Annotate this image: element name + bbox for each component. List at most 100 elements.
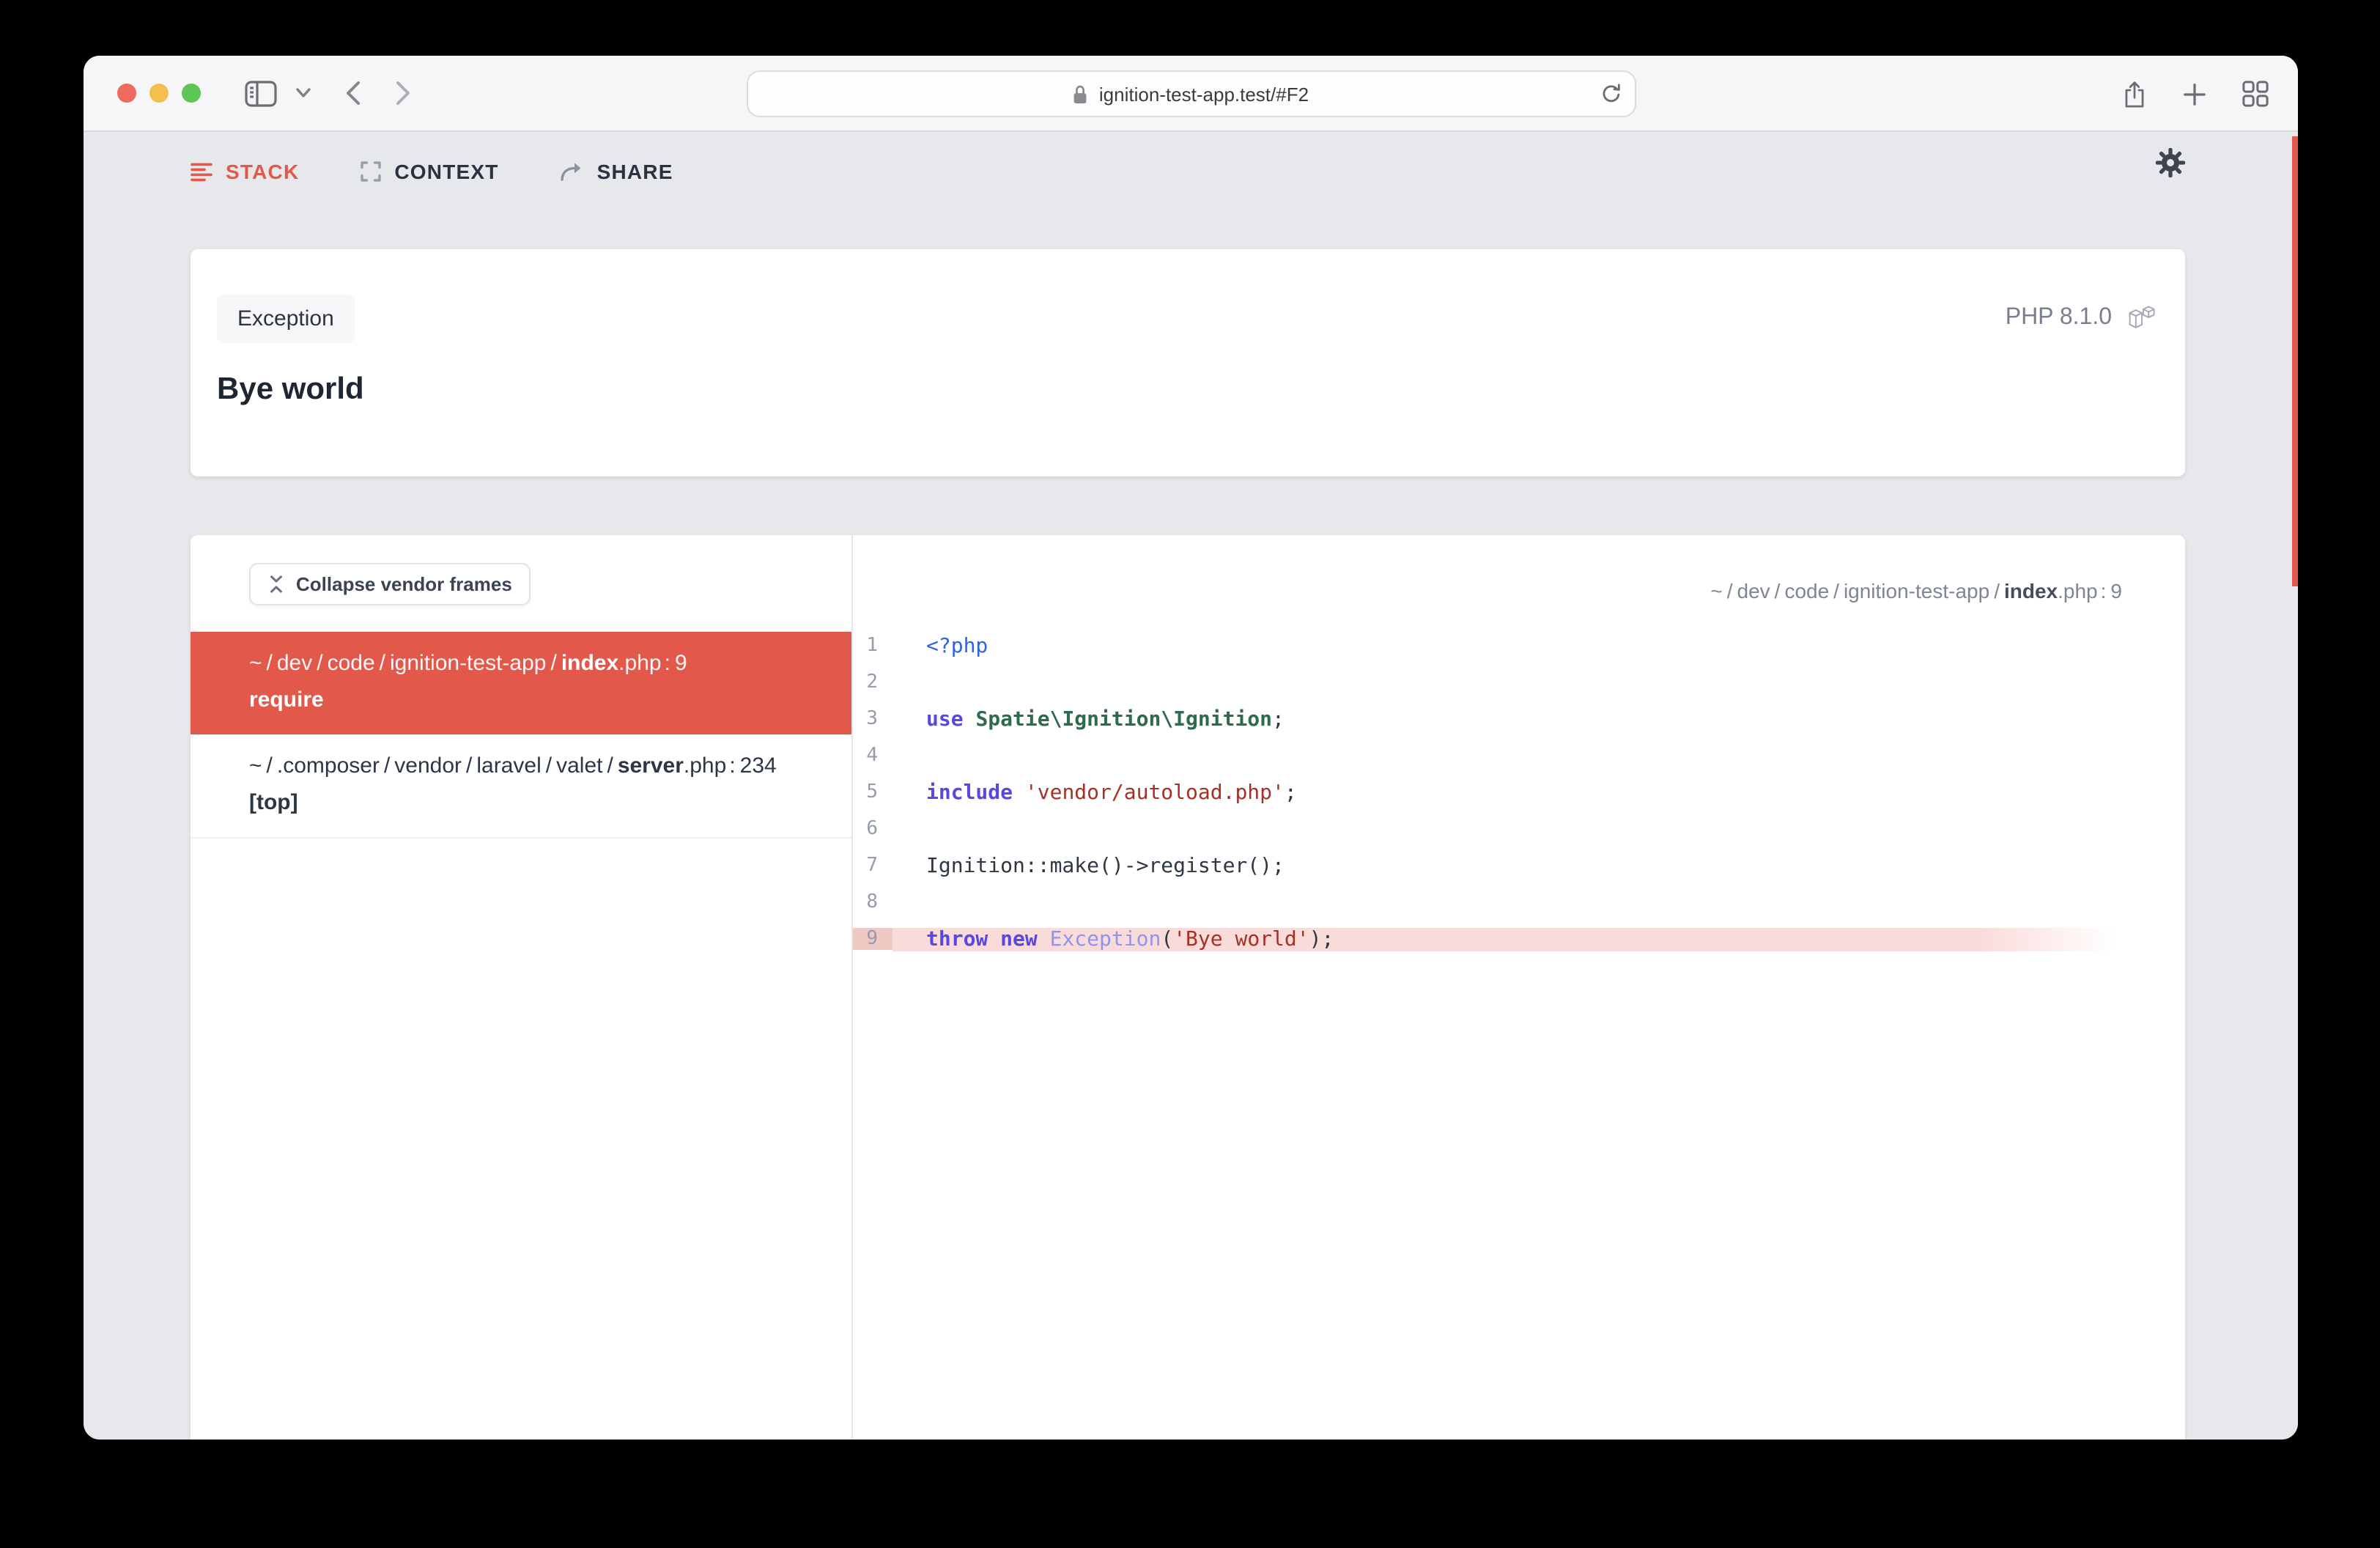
laravel-icon — [2126, 302, 2159, 334]
tab-context[interactable]: CONTEXT — [361, 160, 498, 183]
token-pln: ); — [1309, 927, 1334, 951]
tab-stack-label: STACK — [226, 160, 300, 183]
token-kw: new — [1000, 927, 1050, 951]
path-colon: : — [729, 753, 736, 778]
path-separator: / — [1726, 579, 1733, 602]
code-line: 7 Ignition::make()->register(); — [853, 847, 2185, 884]
stack-frame[interactable]: ~ / .composer / vendor / laravel / valet / server.… — [191, 734, 851, 838]
path-segment: code — [1784, 579, 1830, 602]
path-separator: / — [317, 651, 323, 676]
path-line-number: 9 — [674, 651, 687, 676]
minimize-button[interactable] — [149, 84, 169, 103]
token-pln: ; — [1284, 781, 1297, 804]
forward-icon[interactable] — [396, 81, 410, 106]
line-number: 1 — [866, 635, 878, 657]
tab-context-label: CONTEXT — [394, 160, 499, 183]
stack-lines-icon — [191, 162, 212, 181]
exception-class-badge: Exception — [217, 295, 355, 343]
gear-icon[interactable] — [2154, 147, 2187, 179]
path-separator: / — [1994, 579, 2000, 602]
share-icon[interactable] — [2122, 78, 2147, 109]
path-line-number: 9 — [2110, 579, 2122, 602]
path-segment: ignition-test-app — [390, 651, 547, 676]
frame-method: require — [249, 688, 324, 712]
path-separator: / — [266, 753, 273, 778]
path-separator: / — [1833, 579, 1839, 602]
path-file-ext: .php — [683, 753, 727, 778]
red-scrollbar-thumb[interactable] — [2292, 136, 2298, 586]
address-bar[interactable]: ignition-test-app.test/#F2 — [746, 70, 1636, 117]
path-segment: code — [327, 651, 375, 676]
fullscreen-button[interactable] — [182, 84, 201, 103]
code-panel: ~ / dev / code / ignition-test-app / index.php:9… — [851, 535, 2185, 1440]
code-line: 8 — [853, 884, 2185, 921]
code-line-highlighted: 9 throw new Exception('Bye world'); — [853, 921, 2185, 957]
token-pln: ; — [1272, 707, 1285, 731]
line-number: 7 — [866, 855, 878, 877]
browser-window: ignition-test-app.test/#F2 STACK CONTEXT… — [84, 56, 2298, 1440]
share-arrow-icon — [561, 161, 584, 182]
tab-overview-icon[interactable] — [2242, 81, 2269, 107]
token-tag: <?php — [926, 634, 988, 657]
token-kw: use — [926, 707, 976, 731]
stack-frames-list: ~ / dev / code / ignition-test-app / index.php:9… — [191, 632, 851, 838]
path-line-number: 234 — [739, 753, 777, 778]
reload-icon[interactable] — [1600, 83, 1621, 105]
token-pln: ( — [1161, 927, 1174, 951]
path-segment: ~ — [249, 753, 262, 778]
token-cls: Spatie\Ignition\Ignition — [975, 707, 1273, 731]
path-segment: ~ — [1710, 579, 1723, 602]
tab-share-label: SHARE — [596, 160, 673, 183]
line-code: Ignition::make()->register(); — [892, 854, 2185, 877]
code-line: 2 — [853, 664, 2185, 701]
path-separator: / — [466, 753, 473, 778]
url-text: ignition-test-app.test/#F2 — [1098, 83, 1309, 105]
close-button[interactable] — [117, 84, 136, 103]
tab-share[interactable]: SHARE — [561, 160, 673, 183]
context-brackets-icon — [361, 161, 382, 182]
tab-stack[interactable]: STACK — [191, 160, 299, 183]
path-file-name: index — [561, 651, 619, 676]
sidebar-chevron-down-icon[interactable] — [296, 88, 311, 98]
back-icon[interactable] — [346, 81, 361, 106]
editor-file-path: ~ / dev / code / ignition-test-app / index.php:9 — [853, 535, 2185, 627]
path-segment: dev — [1737, 579, 1770, 602]
line-code: include 'vendor/autoload.php'; — [892, 781, 2185, 804]
path-separator: / — [1774, 579, 1781, 602]
path-file-name: index — [2003, 579, 2058, 602]
path-separator: / — [550, 651, 557, 676]
frame-path: ~ / .composer / vendor / laravel / valet / server.… — [249, 752, 822, 780]
path-file-ext: .php — [2058, 579, 2098, 602]
path-file-ext: .php — [618, 651, 662, 676]
token-exc: Exception — [1049, 927, 1161, 951]
new-tab-icon[interactable] — [2182, 81, 2207, 106]
line-number: 6 — [866, 818, 878, 840]
screen: ignition-test-app.test/#F2 STACK CONTEXT… — [0, 0, 2380, 1548]
path-file-name: server — [617, 753, 684, 778]
sidebar-toggle-icon[interactable] — [245, 80, 277, 106]
path-separator: / — [383, 753, 391, 778]
collapse-vendor-frames-button[interactable]: Collapse vendor frames — [249, 563, 531, 605]
token-str: 'Bye world' — [1173, 927, 1309, 951]
code-line: 6 — [853, 811, 2185, 847]
path-segment: valet — [556, 753, 603, 778]
stack-trace-card: Collapse vendor frames ~ / dev / code / igniti… — [191, 535, 2185, 1440]
php-version: PHP 8.1.0 — [2005, 305, 2112, 330]
lock-icon — [1073, 83, 1089, 105]
path-separator: / — [607, 753, 613, 778]
path-segment: dev — [276, 651, 313, 676]
browser-toolbar: ignition-test-app.test/#F2 — [84, 56, 2298, 132]
stack-frame[interactable]: ~ / dev / code / ignition-test-app / index.php:9… — [191, 632, 851, 734]
code-line: 1 <?php — [853, 627, 2185, 664]
line-code: use Spatie\Ignition\Ignition; — [892, 707, 2185, 731]
path-separator: / — [266, 651, 273, 676]
path-segment: laravel — [476, 753, 542, 778]
exception-card: Exception Bye world PHP 8.1.0 — [191, 249, 2185, 476]
path-segment: .composer — [276, 753, 380, 778]
code-line: 3 use Spatie\Ignition\Ignition; — [853, 701, 2185, 737]
ignition-navbar: STACK CONTEXT SHARE — [191, 150, 2191, 194]
path-segment: ~ — [249, 651, 262, 676]
path-segment: vendor — [394, 753, 462, 778]
path-segment: ignition-test-app — [1843, 579, 1990, 602]
path-separator: / — [545, 753, 552, 778]
